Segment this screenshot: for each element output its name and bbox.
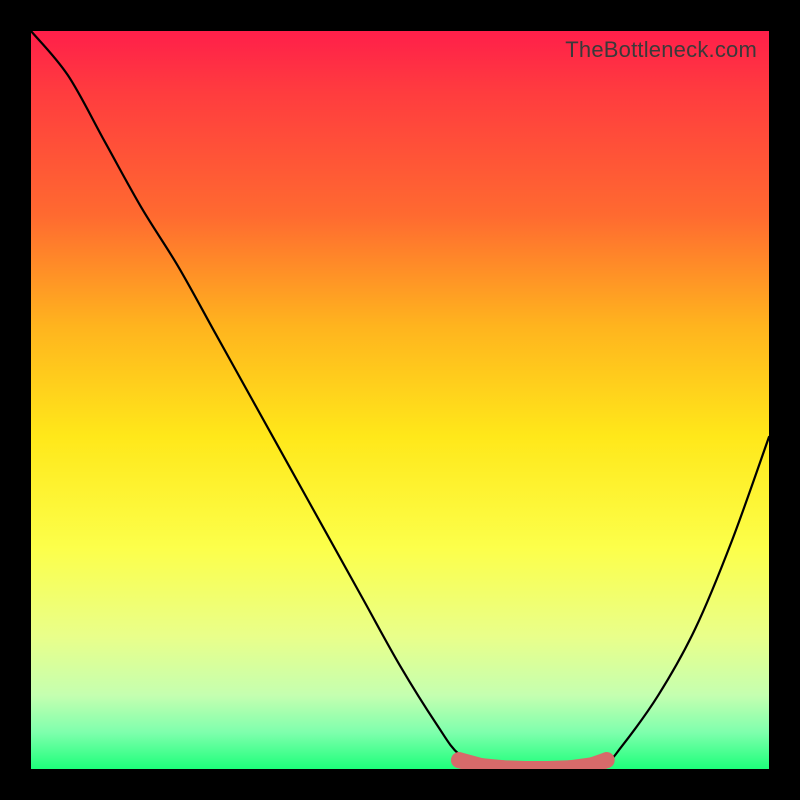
plot-area: TheBottleneck.com — [31, 31, 769, 769]
highlight-dot — [599, 752, 615, 768]
highlight-dot — [451, 752, 467, 768]
marker-svg — [31, 31, 769, 769]
watermark-label: TheBottleneck.com — [565, 37, 757, 63]
chart-frame: TheBottleneck.com — [0, 0, 800, 800]
highlight-markers — [451, 752, 615, 769]
